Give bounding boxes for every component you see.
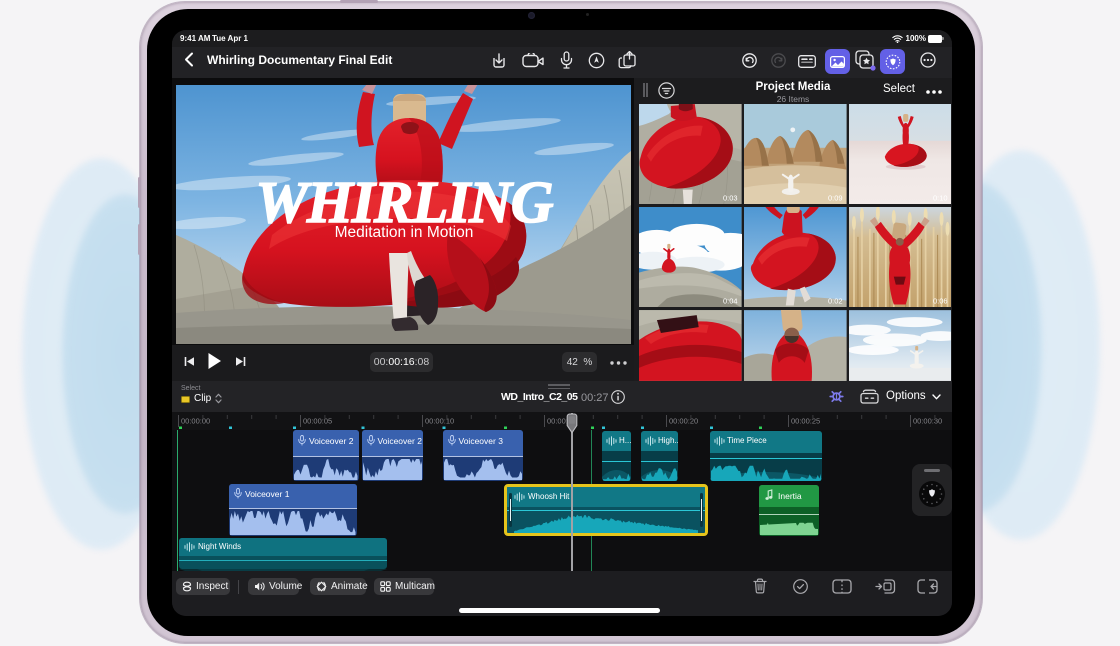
svg-text:0:03: 0:03 bbox=[723, 193, 738, 202]
svg-text:00:00:10: 00:00:10 bbox=[425, 417, 454, 426]
svg-text:0:09: 0:09 bbox=[828, 193, 843, 202]
svg-text:00:00:30: 00:00:30 bbox=[913, 417, 942, 426]
svg-text:0:02: 0:02 bbox=[828, 296, 843, 305]
svg-text:0:06: 0:06 bbox=[932, 296, 947, 305]
svg-text:00:00:20: 00:00:20 bbox=[669, 417, 698, 426]
svg-text:0:10: 0:10 bbox=[932, 193, 947, 202]
svg-text:0:04: 0:04 bbox=[723, 296, 738, 305]
svg-text:00:00:05: 00:00:05 bbox=[303, 417, 332, 426]
svg-text:00:00:00: 00:00:00 bbox=[181, 417, 210, 426]
svg-text:Meditation in Motion: Meditation in Motion bbox=[335, 224, 474, 241]
svg-text:00:00:25: 00:00:25 bbox=[791, 417, 820, 426]
